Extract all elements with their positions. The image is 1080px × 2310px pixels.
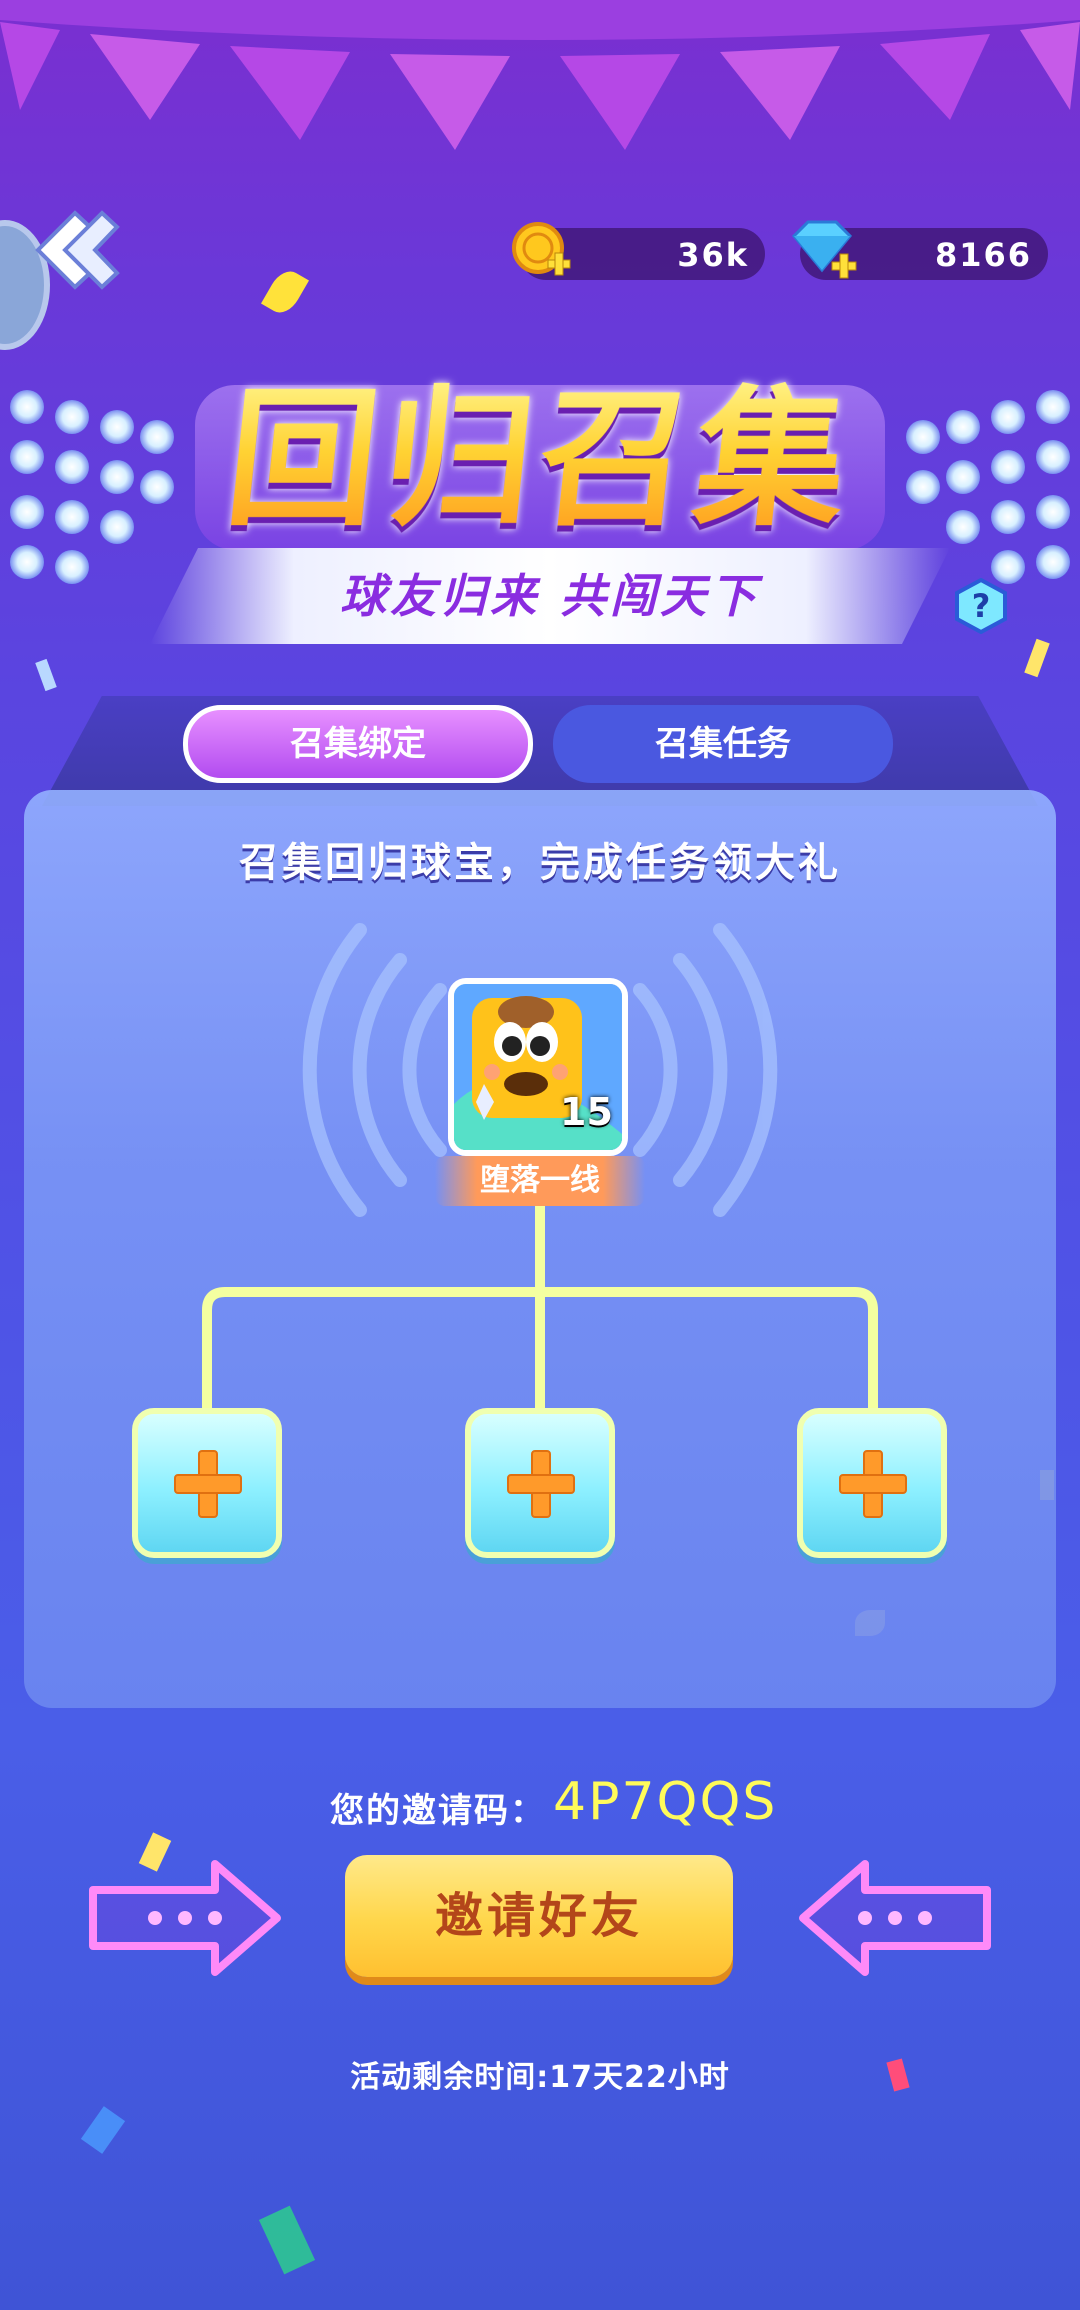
invite-friends-button[interactable]: 邀请好友	[345, 1855, 733, 1977]
confetti	[35, 658, 57, 692]
invite-code-label: 您的邀请码：	[330, 1791, 546, 1831]
double-chevron-left-icon	[35, 210, 120, 290]
invite-slot-2[interactable]	[465, 1408, 615, 1558]
question-icon[interactable]: ?	[953, 578, 1009, 634]
page-title: 回归召集	[171, 373, 909, 547]
plus-icon	[507, 1450, 575, 1518]
bunting-decoration	[0, 0, 1080, 150]
back-button[interactable]	[0, 205, 130, 365]
invite-code[interactable]: 4P7QQS	[553, 1772, 777, 1832]
event-remaining-time: 活动剩余时间:17天22小时	[350, 2060, 730, 2095]
gem-amount: 8166	[934, 236, 1032, 274]
player-level: 15	[560, 1090, 613, 1134]
confetti	[1024, 638, 1050, 678]
coin-balance[interactable]: 36k	[512, 222, 765, 280]
confetti	[258, 2205, 316, 2275]
confetti	[261, 265, 309, 319]
invite-slot-3[interactable]	[797, 1408, 947, 1558]
page-subtitle: 球友归来 共闯天下	[339, 569, 760, 623]
plus-icon	[174, 1450, 242, 1518]
neon-arrow-right-icon	[89, 1860, 281, 1976]
gem-balance[interactable]: 8166	[791, 220, 1048, 280]
invite-slot-1[interactable]	[132, 1408, 282, 1558]
confetti	[80, 2106, 126, 2154]
svg-text:?: ?	[972, 587, 991, 625]
player-nickname: 堕落一线	[435, 1156, 645, 1206]
panel-description: 召集回归球宝，完成任务领大礼	[239, 840, 841, 886]
coin-amount: 36k	[677, 236, 749, 274]
coin-plus-icon	[512, 222, 571, 276]
tab-recall-task[interactable]: 召集任务	[553, 705, 893, 783]
tab-recall-bind[interactable]: 召集绑定	[183, 705, 533, 783]
neon-arrow-left-icon	[799, 1860, 991, 1976]
plus-icon	[839, 1450, 907, 1518]
diamond-plus-icon	[791, 220, 857, 279]
